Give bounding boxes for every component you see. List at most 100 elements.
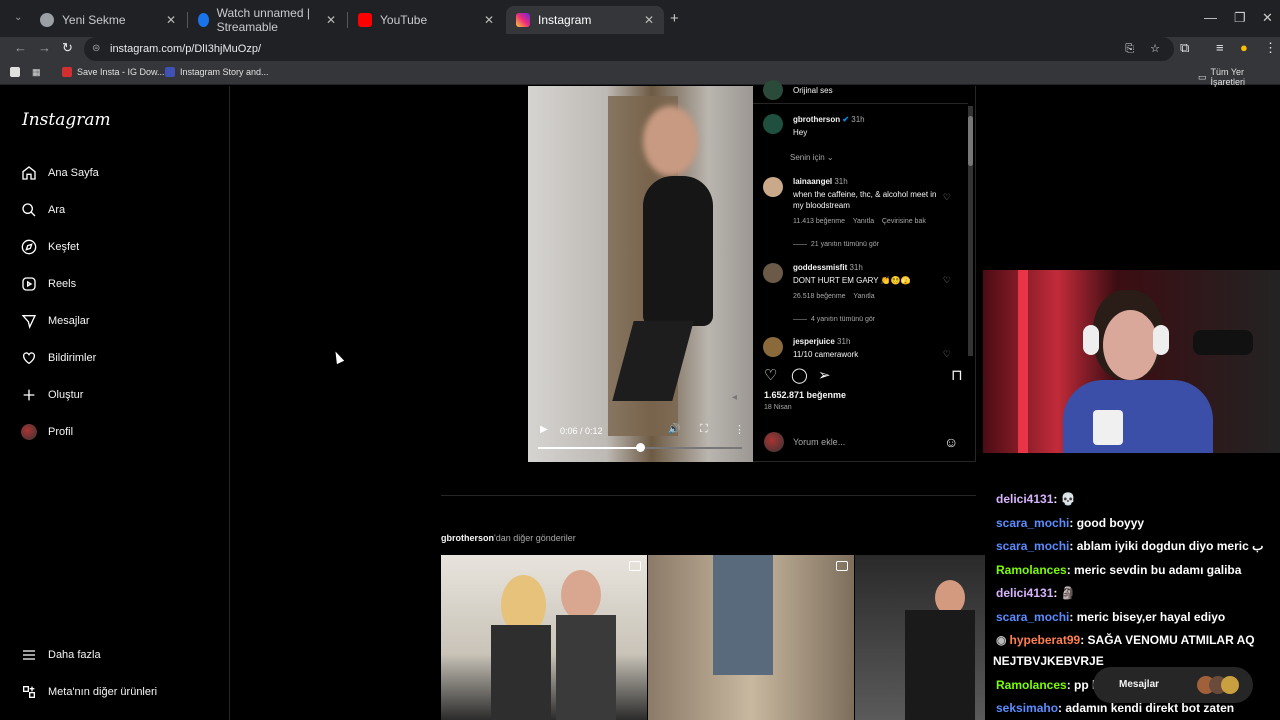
like-comment-icon[interactable]: ♡ — [943, 349, 951, 360]
post-thumbnail[interactable] — [855, 555, 985, 720]
save-icon[interactable]: ⊓ — [951, 366, 963, 384]
bookmark-star-icon[interactable]: ☆ — [1150, 37, 1160, 61]
compass-icon — [20, 238, 38, 256]
reel-icon — [629, 561, 641, 571]
video-time: 0:06 / 0:12 — [560, 426, 603, 436]
sidebar-item-label: Meta'nın diğer ürünleri — [48, 686, 158, 698]
new-tab-icon[interactable]: + — [670, 10, 679, 27]
profile-icon[interactable]: ● — [1240, 40, 1248, 55]
sidebar-item-reels[interactable]: Reels — [20, 275, 76, 293]
instagram-logo[interactable]: Instagram — [22, 110, 111, 130]
like-count[interactable]: 1.652.871 beğenme — [764, 390, 846, 400]
all-bookmarks[interactable]: ▭ Tüm Yer İşaretleri — [1198, 67, 1280, 87]
more-options-icon[interactable]: ⋮ — [734, 423, 745, 436]
install-icon[interactable]: ⎘ — [1125, 37, 1134, 61]
author-avatar[interactable] — [763, 114, 783, 134]
youtube-icon — [358, 13, 372, 27]
forward-icon[interactable]: → — [38, 40, 51, 55]
scrollbar-thumb[interactable] — [968, 116, 973, 166]
post-video[interactable]: ◂ ▶ 0:06 / 0:12 🔊 ⛶ ⋮ — [528, 86, 753, 462]
sidebar-item-explore[interactable]: Keşfet — [20, 238, 79, 256]
author-name[interactable]: gbrotherson ✔ 31h — [793, 115, 865, 124]
comment-user[interactable]: jesperjuice 31h — [793, 337, 850, 346]
view-replies[interactable]: —— 21 yanıtın tümünü gör — [793, 241, 879, 248]
mute-icon[interactable]: ◂ — [732, 392, 737, 403]
tab-streamable[interactable]: Watch unnamed | Streamable ✕ — [188, 6, 346, 34]
webcam-cup — [1093, 410, 1123, 445]
close-icon[interactable]: ✕ — [644, 13, 654, 27]
apps-icon[interactable]: ▦ — [32, 67, 41, 78]
video-progress-knob[interactable] — [636, 443, 645, 452]
comment-text: DONT HURT EM GARY 👏😵‍💫🫣 — [793, 276, 911, 285]
avatar[interactable] — [763, 337, 783, 357]
emoji-icon[interactable]: ☺ — [944, 434, 958, 450]
reload-icon[interactable]: ↻ — [62, 40, 73, 56]
like-comment-icon[interactable]: ♡ — [943, 192, 951, 203]
translate-button[interactable]: Çevirisine bak — [882, 218, 926, 225]
like-comment-icon[interactable]: ♡ — [943, 275, 951, 286]
site-info-icon[interactable]: ⊜ — [92, 37, 100, 61]
bookmark-icon[interactable] — [10, 67, 25, 77]
menu-icon[interactable]: ⋮ — [1264, 40, 1277, 56]
sidebar-item-home[interactable]: Ana Sayfa — [20, 164, 99, 182]
fullscreen-icon[interactable]: ⛶ — [700, 423, 708, 436]
tab-youtube[interactable]: YouTube ✕ — [348, 6, 504, 34]
close-icon[interactable]: ✕ — [166, 13, 176, 27]
webcam-face — [1103, 310, 1158, 380]
minimize-icon[interactable]: — — [1204, 10, 1217, 25]
bookmark-label: Save Insta - IG Dow... — [77, 67, 165, 77]
post-thumbnail[interactable] — [441, 555, 647, 720]
mouse-cursor — [331, 349, 345, 365]
comment-username: lainaangel — [793, 177, 833, 186]
sidebar-item-label: Profil — [48, 426, 74, 438]
comment-likes[interactable]: 11.413 beğenme — [793, 218, 845, 225]
close-icon[interactable]: ✕ — [326, 13, 336, 27]
view-replies[interactable]: —— 4 yanıtın tümünü gör — [793, 316, 875, 323]
comment-input[interactable]: Yorum ekle... — [793, 437, 845, 447]
messages-bar[interactable]: Mesajlar — [1093, 667, 1253, 703]
sidebar-item-notifications[interactable]: Bildirimler — [20, 349, 96, 367]
author-username: gbrotherson — [793, 115, 841, 124]
tab-new-tab[interactable]: Yeni Sekme ✕ — [30, 6, 186, 34]
close-icon[interactable]: ✕ — [484, 13, 494, 27]
restore-icon[interactable]: ❐ — [1234, 10, 1246, 26]
sort-dropdown[interactable]: Senin için ⌄ — [790, 153, 834, 162]
sidebar-item-meta[interactable]: Meta'nın diğer ürünleri — [20, 683, 157, 701]
comment-icon[interactable]: ◯ — [791, 366, 808, 384]
bookmark-instagram-story[interactable]: Instagram Story and... — [165, 67, 269, 77]
volume-icon[interactable]: 🔊 — [668, 424, 680, 435]
tab-title: Instagram — [538, 13, 592, 27]
media-icon[interactable]: ≡ — [1216, 40, 1224, 55]
chat-message: scara_mochi: meric bisey,er hayal ediyo — [996, 610, 1225, 624]
reply-button[interactable]: Yanıtla — [853, 218, 874, 225]
comment-likes[interactable]: 26.518 beğenme — [793, 293, 846, 300]
sidebar-item-create[interactable]: Oluştur — [20, 386, 83, 404]
reply-button[interactable]: Yanıtla — [853, 293, 874, 300]
sidebar-item-profile[interactable]: Profil — [20, 423, 73, 441]
like-icon[interactable]: ♡ — [764, 366, 777, 384]
address-bar[interactable]: ⊜ instagram.com/p/DlI3hjMuOzp/ ⎘ ☆ — [84, 37, 1174, 61]
thumbnail-figure — [561, 570, 601, 620]
sidebar-item-more[interactable]: Daha fazla — [20, 646, 101, 664]
chat-message: scara_mochi: good boyyy — [996, 516, 1144, 530]
more-from-username[interactable]: gbrotherson — [441, 533, 494, 543]
extensions-icon[interactable]: ⧉ — [1180, 40, 1189, 56]
play-icon[interactable]: ▶ — [540, 424, 548, 435]
window-close-icon[interactable]: ✕ — [1262, 10, 1273, 26]
comment-user[interactable]: lainaangel 31h — [793, 177, 848, 186]
avatar — [1221, 676, 1239, 694]
comments-scrollbar[interactable] — [968, 106, 973, 356]
tab-instagram[interactable]: Instagram ✕ — [506, 6, 664, 34]
share-icon[interactable]: ➢ — [818, 366, 831, 384]
audio-label[interactable]: Orijinal ses — [793, 86, 833, 95]
sidebar-item-messages[interactable]: Mesajlar — [20, 312, 90, 330]
back-icon[interactable]: ← — [14, 40, 27, 55]
sidebar-item-search[interactable]: Ara — [20, 201, 65, 219]
avatar[interactable] — [763, 177, 783, 197]
chat-text: : 🗿 — [1053, 586, 1076, 600]
bookmark-save-insta[interactable]: Save Insta - IG Dow... — [62, 67, 165, 77]
comment-user[interactable]: goddessmisfit 31h — [793, 263, 863, 272]
post-thumbnail[interactable] — [648, 555, 854, 720]
tab-search-icon[interactable]: ⌄ — [14, 12, 22, 23]
avatar[interactable] — [763, 263, 783, 283]
